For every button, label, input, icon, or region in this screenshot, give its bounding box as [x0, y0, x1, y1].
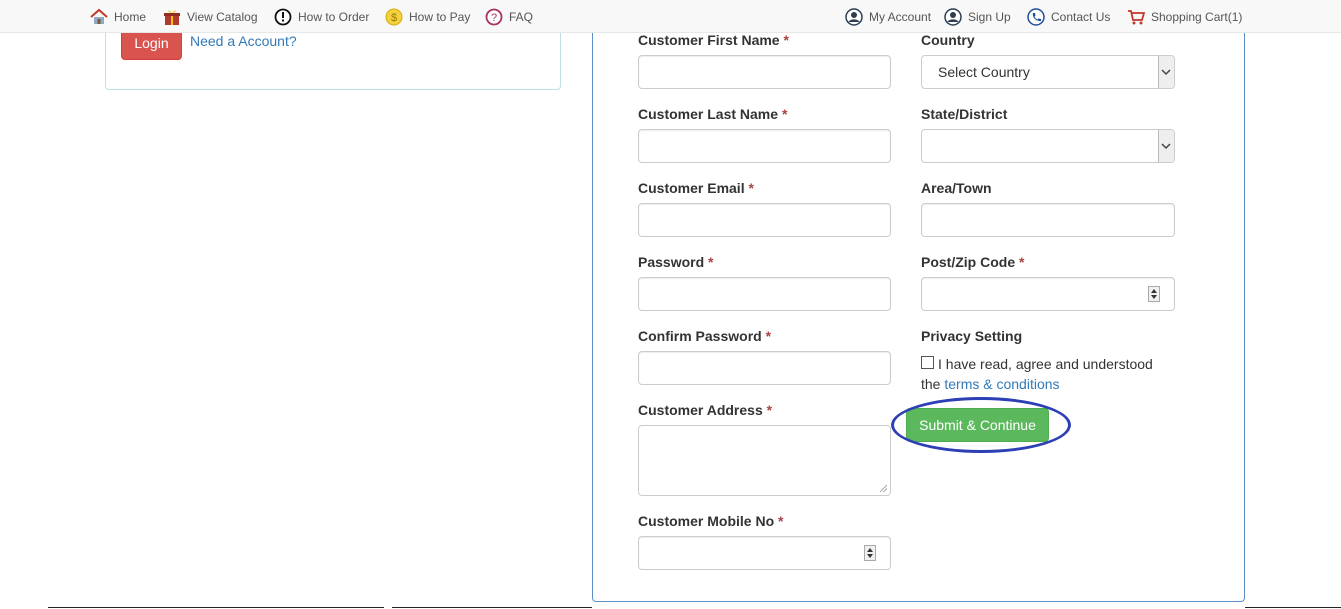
user-icon	[845, 8, 863, 26]
area-label: Area/Town	[921, 180, 992, 196]
required-mark: *	[1019, 254, 1025, 270]
nav-how-to-pay-label: How to Pay	[409, 10, 471, 24]
confirm-password-field[interactable]	[638, 351, 891, 385]
state-select[interactable]	[921, 129, 1175, 163]
privacy-checkbox[interactable]	[921, 356, 934, 369]
address-textarea[interactable]	[638, 425, 891, 496]
required-mark: *	[766, 402, 773, 418]
svg-text:?: ?	[491, 12, 497, 24]
nav-how-to-order[interactable]: How to Order	[274, 8, 369, 26]
nav-faq-label: FAQ	[509, 10, 534, 24]
country-select[interactable]: Select Country	[921, 55, 1175, 89]
nav-faq[interactable]: ? FAQ	[485, 8, 533, 26]
nav-view-catalog-label: View Catalog	[187, 10, 258, 24]
question-circle-icon: ?	[485, 8, 503, 26]
nav-sign-up[interactable]: Sign Up	[944, 8, 1011, 26]
gift-icon	[163, 8, 181, 26]
mobile-label: Customer Mobile No *	[638, 513, 784, 529]
first-name-label: Customer First Name *	[638, 32, 789, 48]
area-field[interactable]	[921, 203, 1175, 237]
last-name-label: Customer Last Name *	[638, 106, 788, 122]
postcode-field[interactable]	[921, 277, 1175, 311]
privacy-agreement-text: I have read, agree and understood the te…	[921, 356, 1153, 392]
cart-icon	[1127, 8, 1146, 26]
required-mark: *	[765, 328, 772, 344]
top-navbar: Home View Catalog How to Order $ How to …	[0, 0, 1341, 33]
number-spinner-icon[interactable]	[1148, 286, 1160, 302]
divider	[392, 607, 592, 608]
password-label: Password *	[638, 254, 714, 270]
country-select-value: Select Country	[938, 64, 1030, 80]
divider	[1245, 607, 1341, 608]
nav-contact-us-label: Contact Us	[1051, 10, 1111, 24]
nav-shopping-cart[interactable]: Shopping Cart(1)	[1127, 8, 1242, 26]
required-mark: *	[778, 513, 784, 529]
nav-sign-up-label: Sign Up	[968, 10, 1011, 24]
nav-view-catalog[interactable]: View Catalog	[163, 8, 258, 26]
number-spinner-icon[interactable]	[864, 545, 876, 561]
divider	[48, 607, 384, 608]
nav-shopping-cart-label: Shopping Cart(1)	[1151, 10, 1243, 24]
home-icon	[90, 8, 108, 26]
required-mark: *	[781, 106, 788, 122]
resize-grip-icon[interactable]	[880, 485, 887, 492]
submit-continue-button[interactable]: Submit & Continue	[906, 408, 1049, 442]
country-label: Country	[921, 32, 975, 48]
terms-link[interactable]: terms & conditions	[944, 376, 1059, 392]
required-mark: *	[783, 32, 789, 48]
nav-how-to-pay[interactable]: $ How to Pay	[385, 8, 470, 26]
nav-home-label: Home	[114, 10, 147, 24]
exclamation-circle-icon	[274, 8, 292, 26]
required-mark: *	[748, 180, 754, 196]
nav-contact-us[interactable]: Contact Us	[1027, 8, 1110, 26]
svg-text:$: $	[391, 12, 397, 24]
coin-icon: $	[385, 8, 403, 26]
chevron-down-icon	[1158, 56, 1174, 88]
privacy-label: Privacy Setting	[921, 328, 1023, 344]
first-name-field[interactable]	[638, 55, 891, 89]
nav-my-account[interactable]: My Account	[845, 8, 931, 26]
user-icon	[944, 8, 962, 26]
chevron-down-icon	[1158, 130, 1174, 162]
nav-how-to-order-label: How to Order	[298, 10, 370, 24]
mobile-number-field[interactable]	[638, 536, 891, 570]
password-field[interactable]	[638, 277, 891, 311]
postcode-label: Post/Zip Code *	[921, 254, 1025, 270]
email-label: Customer Email *	[638, 180, 754, 196]
address-label: Customer Address *	[638, 402, 773, 418]
last-name-field[interactable]	[638, 129, 891, 163]
state-label: State/District	[921, 106, 1008, 122]
need-account-link[interactable]: Need a Account?	[190, 33, 297, 49]
required-mark: *	[708, 254, 714, 270]
phone-icon	[1027, 8, 1045, 26]
nav-home[interactable]: Home	[90, 8, 146, 26]
confirm-password-label: Confirm Password *	[638, 328, 772, 344]
nav-my-account-label: My Account	[869, 10, 932, 24]
email-field[interactable]	[638, 203, 891, 237]
